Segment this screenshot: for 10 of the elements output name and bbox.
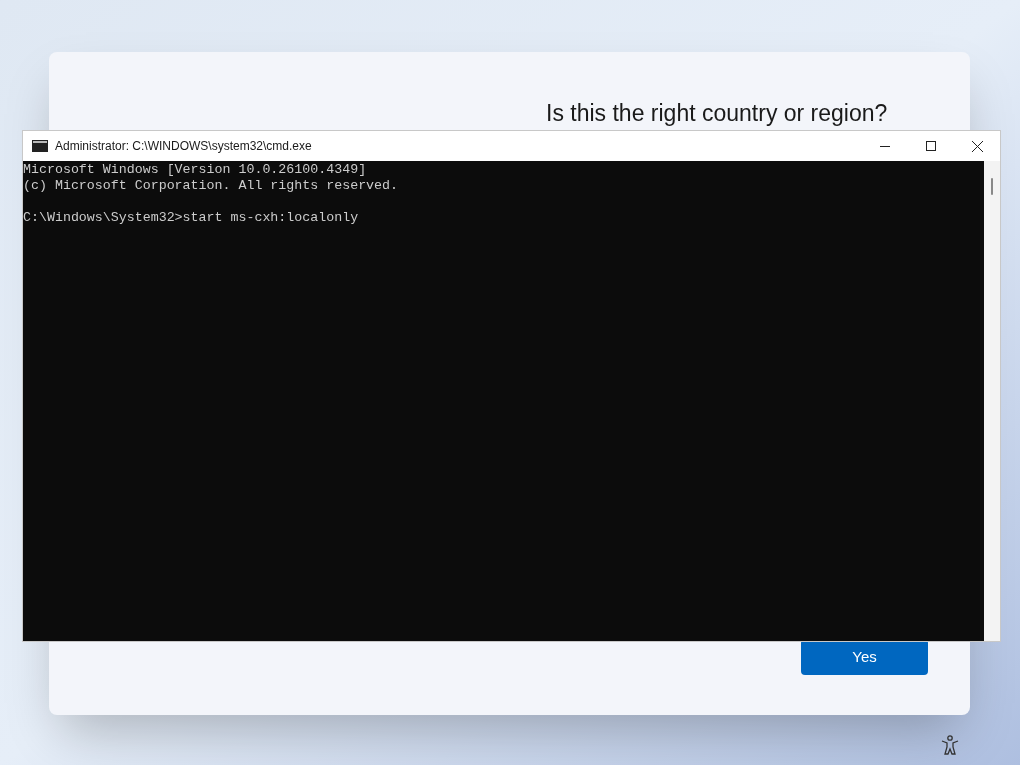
console-app-icon <box>32 140 48 152</box>
command-line: C:\Windows\System32>start ms-cxh:localonly <box>23 210 360 226</box>
accessibility-icon[interactable] <box>941 735 959 755</box>
minimize-icon <box>880 145 890 147</box>
maximize-icon <box>926 141 936 151</box>
console-line: (c) Microsoft Corporation. All rights reserved. <box>23 178 400 194</box>
setup-heading: Is this the right country or region? <box>546 99 888 127</box>
window-title: Administrator: C:\WINDOWS\system32\cmd.exe <box>55 138 312 155</box>
console-line: Microsoft Windows [Version 10.0.26100.4349] <box>23 162 368 178</box>
close-icon <box>971 140 983 152</box>
